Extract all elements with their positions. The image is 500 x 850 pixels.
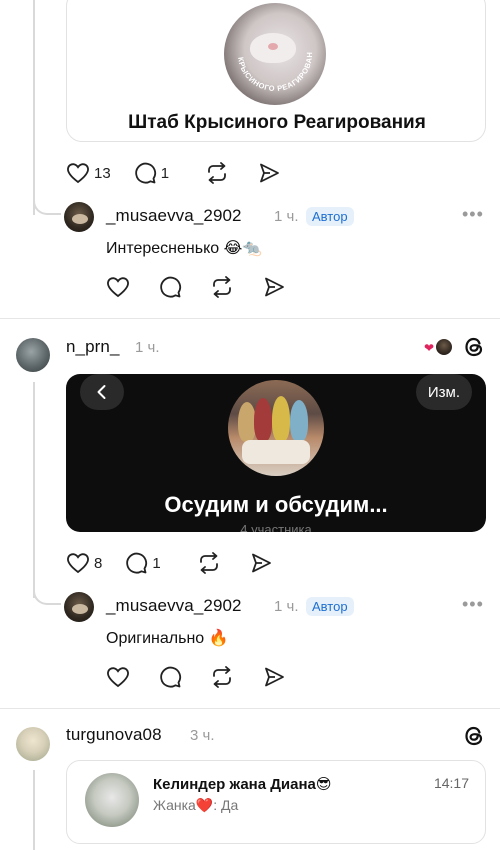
- post2-actions: 8 1: [66, 551, 295, 575]
- reply2-actions: [106, 665, 308, 689]
- comment-button[interactable]: 1: [124, 551, 161, 575]
- repost-icon: [213, 276, 231, 298]
- reply-connector: [33, 575, 61, 605]
- author-badge: Автор: [306, 207, 354, 226]
- comment-icon: [160, 276, 182, 298]
- reply-text: Интересненько 😂🐀: [106, 240, 263, 257]
- back-button[interactable]: [80, 374, 124, 410]
- post-username[interactable]: turgunova08: [66, 725, 162, 745]
- comment-button[interactable]: 1: [133, 161, 169, 185]
- share-icon: [265, 277, 284, 297]
- reply-count: 1: [152, 554, 161, 572]
- post-divider: [0, 318, 500, 319]
- shared-channel-card[interactable]: КРЫСИНОГО РЕАГИРОВАНИЯ Штаб Крысиного Ре…: [66, 0, 486, 142]
- avatar-ring-text: КРЫСИНОГО РЕАГИРОВАНИЯ: [224, 3, 314, 93]
- heart-icon: [67, 553, 89, 574]
- avatar[interactable]: [16, 338, 50, 372]
- share-button[interactable]: [262, 665, 286, 689]
- share-icon: [260, 163, 279, 183]
- post-time: 1 ч.: [135, 339, 160, 356]
- heart-icon: [67, 163, 89, 184]
- like-count: 8: [94, 554, 103, 572]
- threads-icon[interactable]: [462, 724, 486, 748]
- reply-username[interactable]: _musaevva_2902: [106, 596, 242, 616]
- heart-icon: [107, 277, 129, 298]
- more-icon[interactable]: •••: [462, 204, 484, 225]
- group-avatar: [228, 380, 324, 476]
- avatar: [434, 337, 454, 357]
- repost-icon: [199, 552, 218, 574]
- repost-icon: [208, 162, 226, 184]
- svg-text:КРЫСИНОГО РЕАГИРОВАНИЯ: КРЫСИНОГО РЕАГИРОВАНИЯ: [224, 3, 314, 93]
- like-count: 13: [94, 164, 111, 182]
- more-icon[interactable]: •••: [462, 594, 484, 615]
- comment-icon: [134, 162, 156, 184]
- shared-chat-card[interactable]: Келиндер жана Диана😎 14:17 Жанка❤️: Да: [66, 760, 486, 844]
- like-button[interactable]: [106, 276, 130, 298]
- threads-icon[interactable]: [462, 335, 486, 359]
- chat-last-message: Жанка❤️: Да: [153, 797, 239, 813]
- like-button[interactable]: 13: [66, 162, 111, 184]
- avatar[interactable]: [16, 727, 50, 761]
- chat-time: 14:17: [433, 775, 469, 791]
- reply-text: Оригинально 🔥: [106, 630, 229, 647]
- post-divider: [0, 708, 500, 709]
- reply-avatars: ❤: [424, 336, 454, 358]
- comment-button[interactable]: [158, 275, 182, 299]
- thread-line: [33, 0, 35, 215]
- reply-connector: [33, 185, 61, 215]
- share-button[interactable]: [249, 551, 273, 575]
- repost-button[interactable]: [205, 161, 229, 185]
- post-username[interactable]: n_prn_: [66, 337, 120, 357]
- share-icon: [251, 553, 271, 573]
- thread-line: [33, 770, 35, 850]
- comment-icon: [126, 552, 148, 574]
- group-member-count: 4 участника: [240, 522, 312, 532]
- reply-time: 1 ч.: [274, 208, 299, 225]
- share-button[interactable]: [257, 161, 281, 185]
- channel-title: Штаб Крысиного Реагирования: [128, 112, 426, 133]
- avatar[interactable]: [64, 592, 94, 622]
- like-button[interactable]: 8: [66, 552, 102, 574]
- reply1-actions: [106, 275, 308, 299]
- shared-group-card[interactable]: Изм. Осудим и обсудим... 4 участника: [66, 374, 486, 532]
- share-icon: [265, 667, 284, 687]
- chat-name: Келиндер жана Диана😎: [153, 776, 332, 793]
- avatar[interactable]: [64, 202, 94, 232]
- repost-button[interactable]: [210, 275, 234, 299]
- comment-button[interactable]: [158, 665, 182, 689]
- chevron-left-icon: [97, 385, 106, 399]
- post1-actions: 13 1: [66, 161, 303, 185]
- author-badge: Автор: [306, 597, 354, 616]
- share-button[interactable]: [262, 275, 286, 299]
- repost-icon: [213, 666, 231, 688]
- group-title: Осудим и обсудим...: [164, 492, 388, 517]
- edit-button[interactable]: Изм.: [415, 374, 472, 410]
- repost-button[interactable]: [197, 551, 221, 575]
- comment-icon: [160, 666, 182, 688]
- reply-time: 1 ч.: [274, 598, 299, 615]
- channel-avatar: КРЫСИНОГО РЕАГИРОВАНИЯ: [224, 3, 326, 105]
- heart-icon: [107, 667, 129, 688]
- reply-username[interactable]: _musaevva_2902: [106, 206, 242, 226]
- like-button[interactable]: [106, 666, 130, 688]
- post-time: 3 ч.: [190, 727, 215, 744]
- chat-avatar: [85, 773, 139, 827]
- repost-button[interactable]: [210, 665, 234, 689]
- reply-count: 1: [160, 164, 170, 182]
- thread-line: [33, 382, 35, 598]
